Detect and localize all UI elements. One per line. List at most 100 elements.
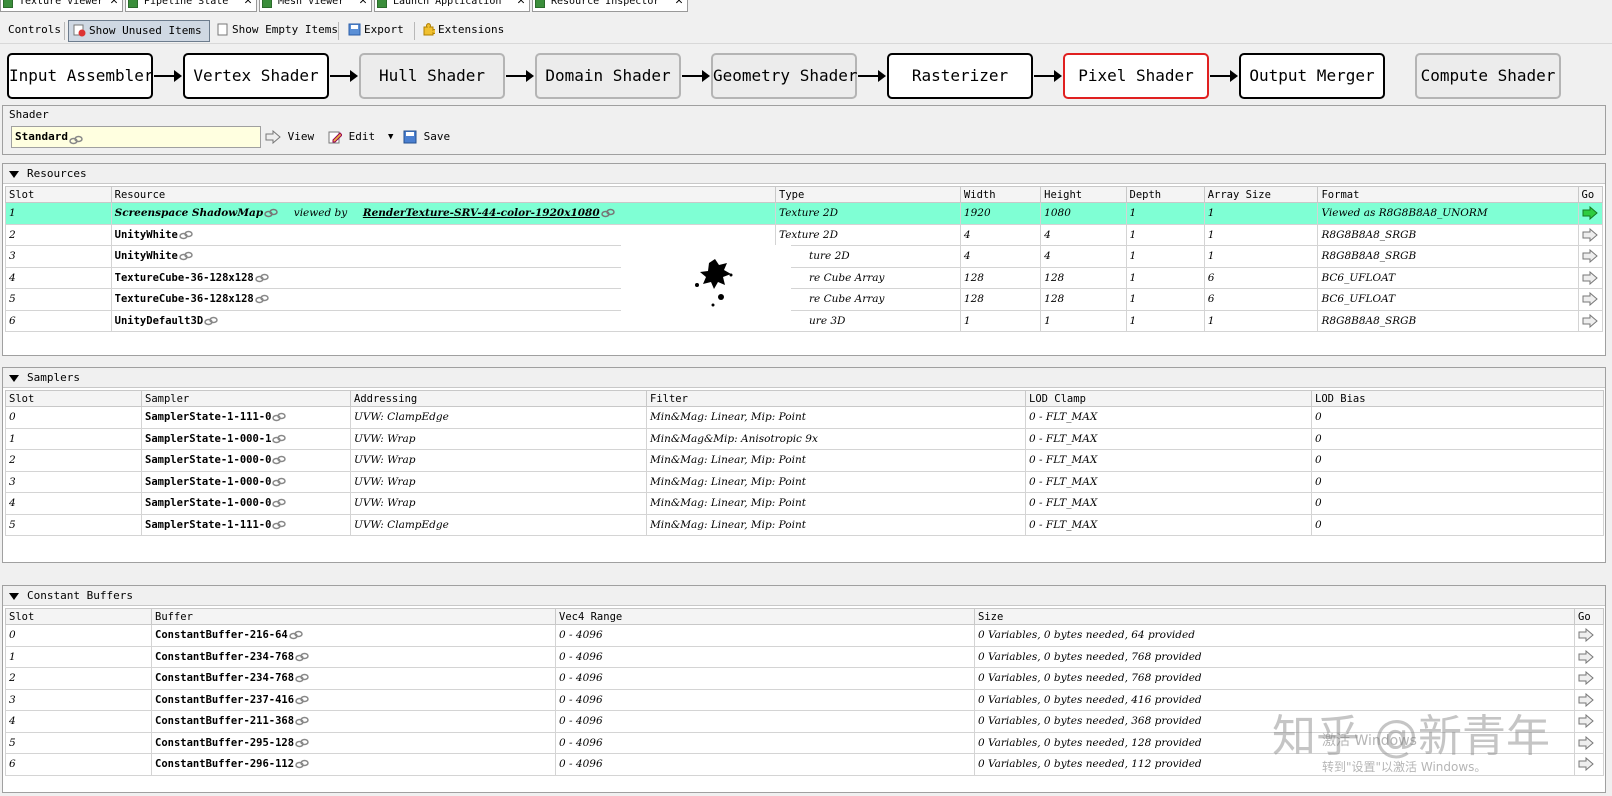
link-icon[interactable] [272, 455, 287, 465]
stage-geometry-shader[interactable]: Geometry Shader [711, 53, 858, 99]
go-arrow-icon[interactable] [1578, 714, 1594, 729]
column-header[interactable]: Resource [110, 186, 777, 203]
column-header[interactable]: LOD Bias [1311, 390, 1604, 407]
close-icon[interactable]: ✕ [517, 0, 525, 8]
column-header[interactable]: Go [1577, 186, 1604, 203]
tab-launch-application[interactable]: Launch Application ✕ [374, 0, 530, 12]
go-cell[interactable] [1574, 688, 1604, 711]
link-icon[interactable] [289, 630, 303, 640]
show-unused-items-button[interactable]: Show Unused Items [68, 20, 210, 42]
tab-mesh-viewer[interactable]: Mesh Viewer ✕ [259, 0, 372, 12]
save-button[interactable]: Save [403, 128, 450, 148]
go-cell[interactable] [1574, 710, 1604, 733]
link-icon[interactable] [272, 434, 287, 444]
close-icon[interactable]: ✕ [359, 0, 367, 8]
column-header[interactable]: Depth [1125, 186, 1205, 203]
link-icon[interactable] [295, 759, 309, 769]
view-button[interactable]: View [265, 128, 314, 148]
go-cell[interactable] [1577, 223, 1604, 246]
stage-output-merger[interactable]: Output Merger [1239, 53, 1385, 99]
column-header[interactable]: Height [1040, 186, 1127, 203]
go-cell[interactable] [1577, 309, 1604, 332]
go-arrow-icon[interactable] [1578, 628, 1594, 643]
table-row[interactable]: 3 UnityWhite ture 2D 4 4 1 1 R8G8B8A8_SR… [5, 245, 1604, 268]
table-row[interactable]: 5 SamplerState-1-111-0 UVW: ClampEdge Mi… [5, 513, 1604, 536]
column-header[interactable]: Filter [646, 390, 1026, 407]
stage-hull-shader[interactable]: Hull Shader [359, 53, 505, 99]
table-row[interactable]: 6 UnityDefault3D ure 3D 1 1 1 1 R8G8B8A8… [5, 309, 1604, 332]
shader-name-field[interactable]: Standard [11, 126, 261, 148]
go-cell[interactable] [1574, 753, 1604, 776]
link-icon[interactable] [179, 251, 193, 261]
link-icon[interactable] [272, 477, 287, 487]
table-row[interactable]: 0 ConstantBuffer-216-64 0 - 4096 0 Varia… [5, 624, 1604, 647]
stage-rasterizer[interactable]: Rasterizer [887, 53, 1033, 99]
table-row[interactable]: 2 UnityWhite Texture 2D 4 4 1 1 R8G8B8A8… [5, 223, 1604, 246]
column-header[interactable]: Sampler [141, 390, 351, 407]
go-arrow-icon[interactable] [1578, 671, 1594, 686]
go-arrow-icon[interactable] [1578, 757, 1594, 772]
table-row[interactable]: 2 ConstantBuffer-234-768 0 - 4096 0 Vari… [5, 667, 1604, 690]
stage-vertex-shader[interactable]: Vertex Shader [183, 53, 329, 99]
column-header[interactable]: Vec4 Range [555, 608, 975, 625]
tab-pipeline-state[interactable]: Pipeline State ✕ [125, 0, 257, 12]
link-icon[interactable] [204, 316, 218, 326]
edit-dropdown-chevron-down-icon[interactable]: ▼ [388, 128, 393, 148]
link-icon[interactable] [254, 273, 269, 283]
close-icon[interactable]: ✕ [110, 0, 118, 8]
table-row[interactable]: 4 TextureCube-36-128x128 re Cube Array 1… [5, 266, 1604, 289]
column-header[interactable]: Format [1317, 186, 1579, 203]
go-arrow-icon[interactable] [1582, 227, 1598, 242]
stage-input-assembler[interactable]: Input Assembler [7, 53, 154, 99]
table-row[interactable]: 3 SamplerState-1-000-0 UVW: Wrap Min&Mag… [5, 470, 1604, 493]
go-cell[interactable] [1574, 645, 1604, 668]
go-arrow-icon[interactable] [1578, 692, 1594, 707]
go-cell[interactable] [1574, 731, 1604, 754]
collapse-triangle-icon[interactable] [9, 375, 19, 382]
link-icon[interactable] [272, 498, 287, 508]
go-cell[interactable] [1574, 667, 1604, 690]
link-icon[interactable] [69, 132, 83, 145]
link-icon[interactable] [295, 716, 309, 726]
column-header[interactable]: Size [974, 608, 1575, 625]
link-icon[interactable] [295, 652, 309, 662]
go-arrow-icon[interactable] [1582, 270, 1598, 285]
stage-pixel-shader[interactable]: Pixel Shader [1063, 53, 1209, 99]
column-header[interactable]: Go [1574, 608, 1604, 625]
link-icon[interactable] [272, 412, 287, 422]
column-header[interactable]: Slot [5, 390, 142, 407]
table-row[interactable]: 5 TextureCube-36-128x128 re Cube Array 1… [5, 288, 1604, 311]
go-cell[interactable] [1577, 245, 1604, 268]
go-arrow-icon[interactable] [1582, 292, 1598, 307]
column-header[interactable]: Buffer [151, 608, 556, 625]
go-arrow-icon[interactable] [1578, 735, 1594, 750]
go-arrow-icon[interactable] [1582, 249, 1598, 264]
link-icon[interactable] [295, 695, 309, 705]
tab-texture-viewer[interactable]: Texture Viewer ✕ [0, 0, 123, 12]
column-header[interactable]: Array Size [1203, 186, 1319, 203]
table-row[interactable]: 4 SamplerState-1-000-0 UVW: Wrap Min&Mag… [5, 492, 1604, 515]
close-icon[interactable]: ✕ [244, 0, 252, 8]
go-arrow-icon[interactable] [1578, 649, 1594, 664]
table-row[interactable]: 0 SamplerState-1-111-0 UVW: ClampEdge Mi… [5, 406, 1604, 429]
column-header[interactable]: LOD Clamp [1025, 390, 1312, 407]
tab-resource-inspector[interactable]: Resource Inspector ✕ [532, 0, 688, 12]
link-icon[interactable] [272, 520, 287, 530]
go-arrow-icon[interactable] [1582, 206, 1598, 221]
resources-header[interactable]: Resources [3, 164, 1605, 184]
column-header[interactable]: Addressing [350, 390, 647, 407]
table-row[interactable]: 1 ConstantBuffer-234-768 0 - 4096 0 Vari… [5, 645, 1604, 668]
link-icon[interactable] [295, 673, 309, 683]
edit-button[interactable]: Edit [328, 128, 375, 148]
go-cell[interactable] [1577, 266, 1604, 289]
go-cell[interactable] [1574, 624, 1604, 647]
column-header[interactable]: Type [775, 186, 961, 203]
collapse-triangle-icon[interactable] [9, 171, 19, 178]
column-header[interactable]: Width [959, 186, 1042, 203]
link-icon[interactable] [254, 294, 269, 304]
samplers-header[interactable]: Samplers [3, 368, 1605, 388]
table-row[interactable]: 1 SamplerState-1-000-1 UVW: Wrap Min&Mag… [5, 427, 1604, 450]
column-header[interactable]: Slot [5, 186, 112, 203]
link-icon[interactable] [179, 230, 193, 240]
go-arrow-icon[interactable] [1582, 313, 1598, 328]
